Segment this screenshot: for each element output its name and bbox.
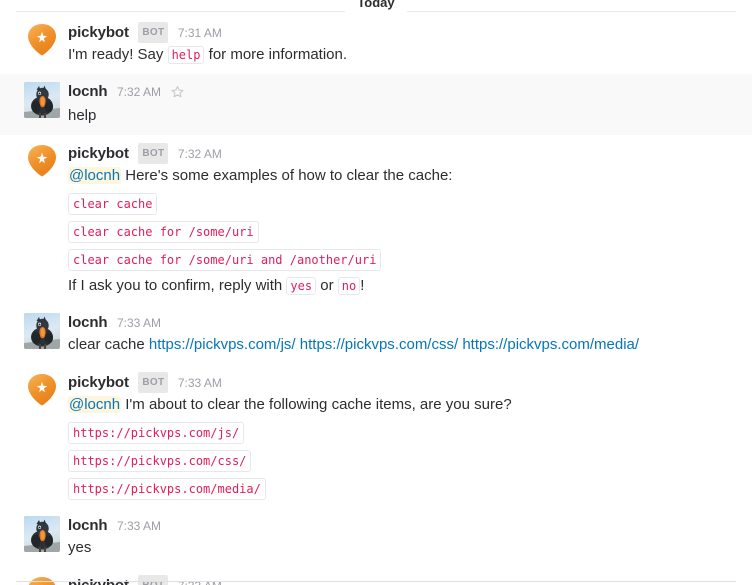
day-divider: Today <box>0 0 752 14</box>
inline-code: clear cache for /some/uri <box>68 221 259 243</box>
message-timestamp[interactable]: 7:32 AM <box>117 85 161 99</box>
message-header: pickybot BOT 7:33 AM <box>68 575 732 585</box>
message-body: clear cache https://pickvps.com/js/ http… <box>68 334 732 356</box>
inline-code: no <box>337 277 361 295</box>
message-timestamp[interactable]: 7:33 AM <box>178 579 222 585</box>
bot-badge: BOT <box>138 143 169 164</box>
message-header: pickybot BOT 7:32 AM <box>68 143 732 164</box>
message-text: help <box>68 107 97 124</box>
message-text: yes <box>68 539 92 556</box>
message-author[interactable]: locnh <box>68 314 108 331</box>
guitar-pick-star-icon[interactable] <box>24 22 60 58</box>
message-row[interactable]: locnh 7:33 AM clear cache https://pickvp… <box>0 305 752 364</box>
message-body: @locnh I'm about to clear the following … <box>68 394 732 500</box>
inline-code: https://pickvps.com/media/ <box>68 478 266 500</box>
bird-photo-avatar[interactable] <box>24 313 60 349</box>
user-mention[interactable]: @locnh <box>68 396 122 413</box>
message-text: If I ask you to confirm, reply with <box>68 277 287 294</box>
message-timestamp[interactable]: 7:33 AM <box>178 376 222 390</box>
message-timestamp[interactable]: 7:31 AM <box>178 26 222 40</box>
inline-code: https://pickvps.com/js/ <box>68 422 245 444</box>
inline-code: clear cache for /some/uri and /another/u… <box>68 249 382 271</box>
inline-code: clear cache <box>68 193 158 215</box>
slack-message-pane: Today pickybot BOT 7:31 AM I'm ready! Sa… <box>0 0 752 585</box>
bird-photo-avatar[interactable] <box>24 516 60 552</box>
message-text: I'm about to clear the following cache i… <box>121 396 512 413</box>
message-row[interactable]: pickybot BOT 7:33 AM @locnh I'm about to… <box>0 364 752 508</box>
message-body: I'm ready! Say help for more information… <box>68 44 732 66</box>
message-timestamp[interactable]: 7:33 AM <box>117 519 161 533</box>
url-link[interactable]: https://pickvps.com/css/ <box>300 336 458 353</box>
day-divider-label: Today <box>345 0 407 14</box>
url-link[interactable]: https://pickvps.com/js/ <box>149 336 296 353</box>
message-timestamp[interactable]: 7:32 AM <box>178 147 222 161</box>
guitar-pick-star-icon[interactable] <box>24 143 60 179</box>
user-mention[interactable]: @locnh <box>68 167 122 184</box>
message-author[interactable]: pickybot <box>68 145 129 162</box>
message-header: locnh 7:33 AM <box>68 313 732 333</box>
bot-badge: BOT <box>138 575 169 585</box>
bot-badge: BOT <box>138 22 169 43</box>
message-text: Here's some examples of how to clear the… <box>121 167 453 184</box>
message-body: yes <box>68 537 732 559</box>
url-link[interactable]: https://pickvps.com/media/ <box>462 336 639 353</box>
guitar-pick-star-icon[interactable] <box>24 372 60 408</box>
message-text: ! <box>360 277 365 294</box>
message-header: locnh 7:33 AM <box>68 516 732 536</box>
message-body: @locnh Here's some examples of how to cl… <box>68 165 732 297</box>
message-header: pickybot BOT 7:33 AM <box>68 372 732 393</box>
pane-bottom-divider <box>16 581 736 582</box>
message-row[interactable]: locnh 7:32 AM help <box>0 74 752 135</box>
message-row[interactable]: pickybot BOT 7:33 AM @locnh Ok, I'll let… <box>0 567 752 585</box>
inline-code: yes <box>286 277 317 295</box>
message-author[interactable]: pickybot <box>68 24 129 41</box>
message-author[interactable]: pickybot <box>68 374 129 391</box>
guitar-pick-star-icon[interactable] <box>24 575 60 585</box>
inline-code: help <box>167 46 205 64</box>
bot-badge: BOT <box>138 372 169 393</box>
message-row[interactable]: locnh 7:33 AM yes <box>0 508 752 567</box>
bird-photo-avatar[interactable] <box>24 82 60 118</box>
message-text: clear cache <box>68 336 149 353</box>
message-text: or <box>316 277 338 294</box>
inline-code: https://pickvps.com/css/ <box>68 450 252 472</box>
message-author[interactable]: locnh <box>68 83 108 100</box>
message-timestamp[interactable]: 7:33 AM <box>117 316 161 330</box>
message-text: I'm ready! Say <box>68 46 168 63</box>
message-row[interactable]: pickybot BOT 7:31 AM I'm ready! Say help… <box>0 14 752 74</box>
star-outline-icon[interactable] <box>171 84 184 104</box>
message-body: help <box>68 105 732 127</box>
message-header: locnh 7:32 AM <box>68 82 732 104</box>
message-text: for more information. <box>204 46 348 63</box>
message-header: pickybot BOT 7:31 AM <box>68 22 732 43</box>
message-row[interactable]: pickybot BOT 7:32 AM @locnh Here's some … <box>0 135 752 305</box>
message-author[interactable]: locnh <box>68 517 108 534</box>
